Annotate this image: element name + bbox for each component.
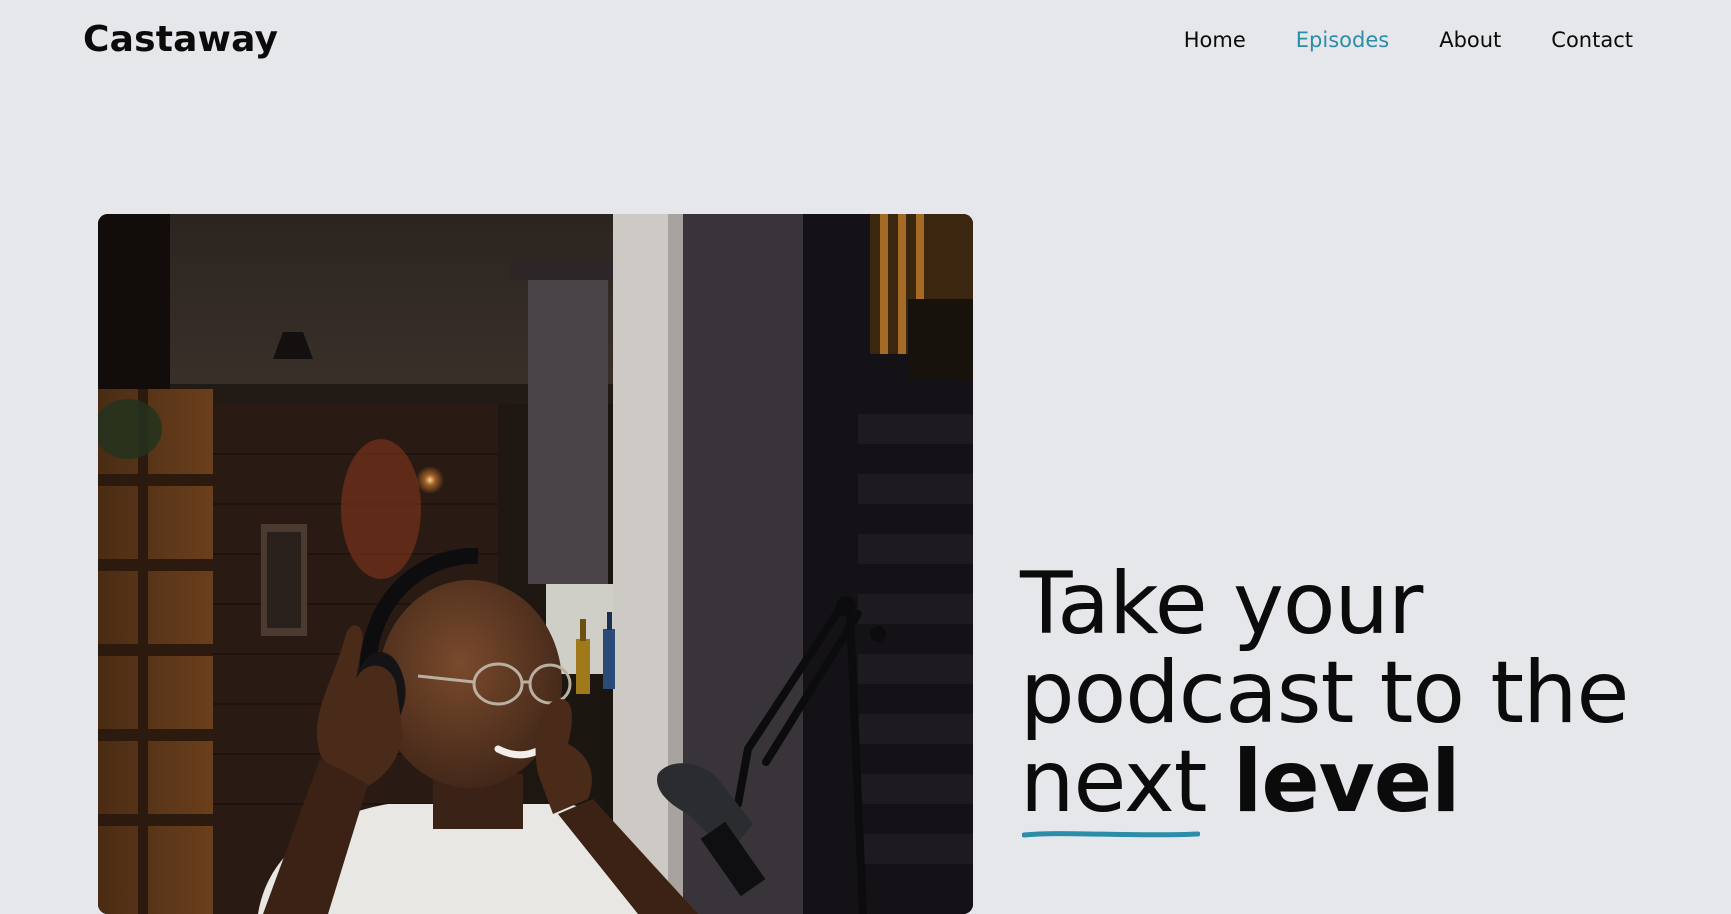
hero-heading-line-2: podcast to the: [1020, 643, 1629, 743]
hero-heading-line-1: Take your: [1020, 554, 1423, 654]
main-nav: Home Episodes About Contact: [1184, 26, 1633, 54]
site-header: Castaway Home Episodes About Contact: [0, 0, 1731, 80]
hero-heading-line-3: next level: [1020, 738, 1628, 838]
underlined-word: next: [1020, 738, 1208, 838]
hero-heading-next: next: [1020, 732, 1208, 832]
nav-about[interactable]: About: [1439, 26, 1501, 54]
podcaster-photo-illustration: [98, 214, 973, 914]
nav-episodes[interactable]: Episodes: [1296, 26, 1389, 54]
hero-heading: Take your podcast to the next level: [1020, 554, 1629, 838]
nav-contact[interactable]: Contact: [1551, 26, 1633, 54]
hero-photo: [98, 214, 973, 914]
squiggle-underline-icon: [1022, 831, 1200, 838]
brand-logo[interactable]: Castaway: [83, 18, 278, 62]
hero-heading-level: level: [1232, 732, 1461, 832]
nav-home[interactable]: Home: [1184, 26, 1246, 54]
